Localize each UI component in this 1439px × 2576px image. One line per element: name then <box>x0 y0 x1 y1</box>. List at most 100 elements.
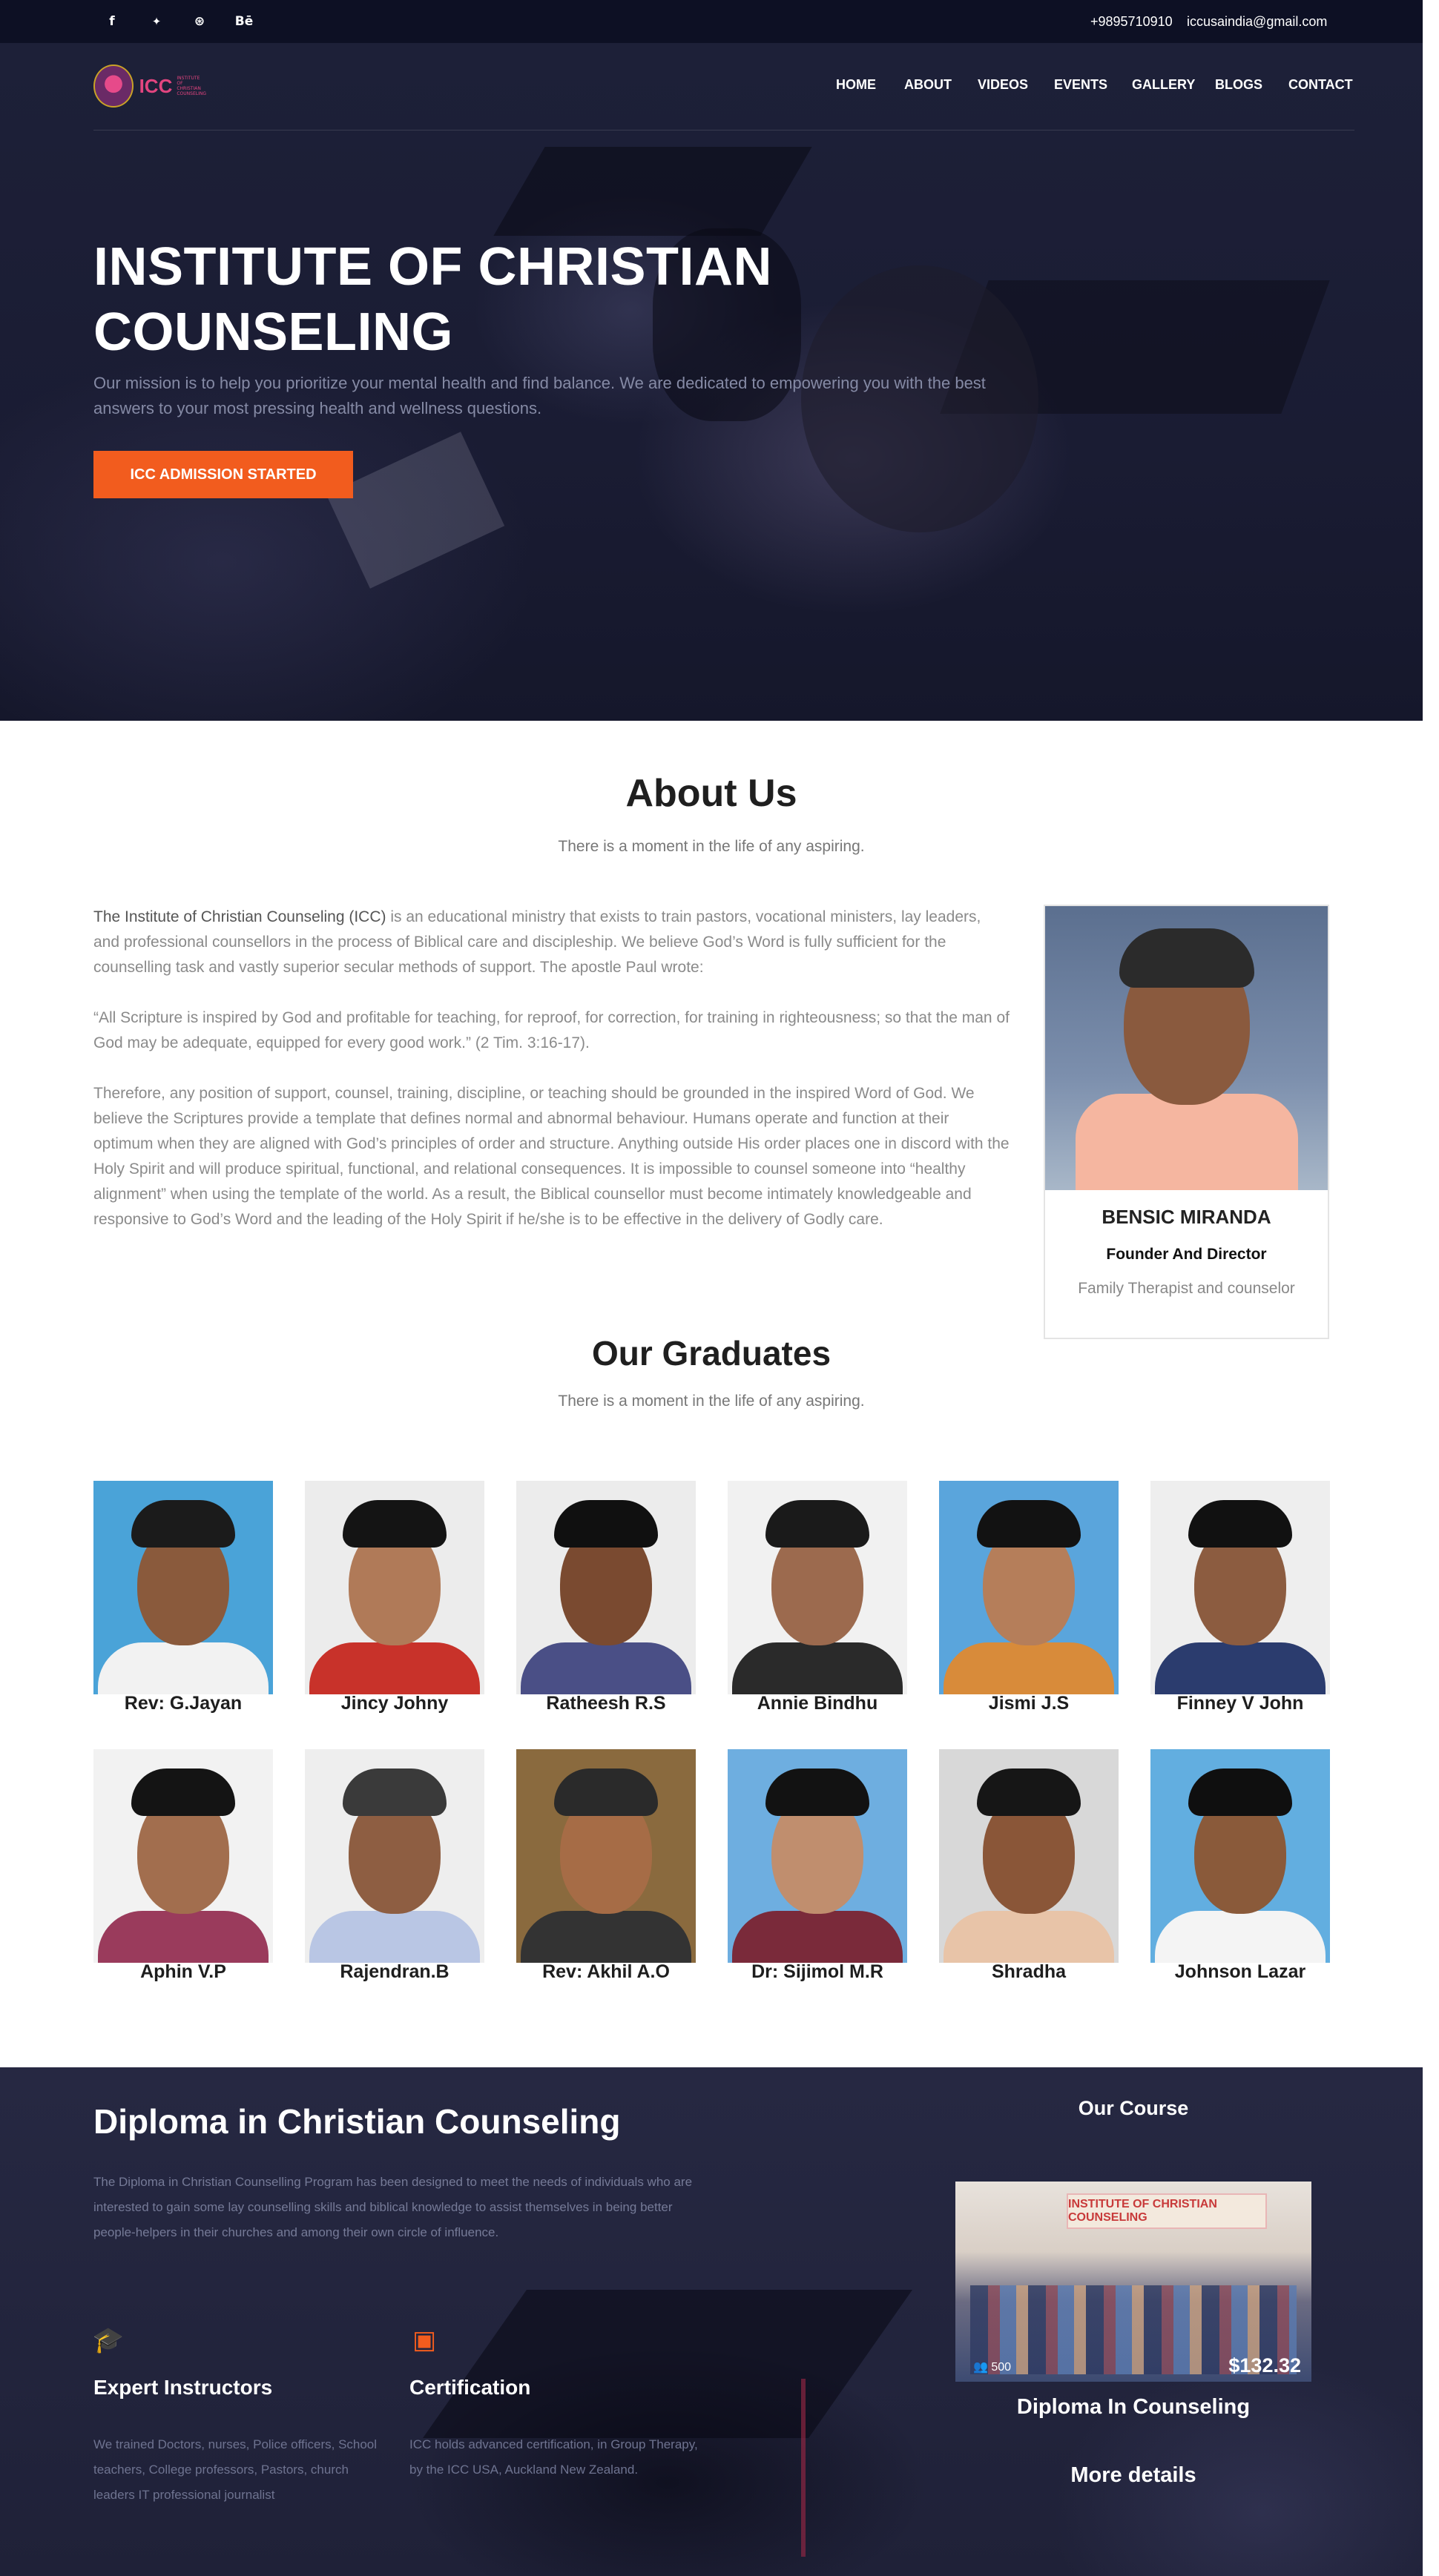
graduate-shirt <box>1155 1911 1326 1963</box>
graduate-hair <box>1188 1768 1292 1816</box>
phone-number[interactable]: +9895710910 <box>1090 0 1173 43</box>
graduate-card: Rev: Akhil A.O <box>516 1749 696 1983</box>
email-address[interactable]: iccusaindia@gmail.com <box>1187 0 1327 43</box>
site-logo[interactable]: ICC INSTITUTE OF CHRISTIAN COUNSELING <box>93 64 206 108</box>
graduate-photo <box>728 1481 907 1694</box>
graduate-name: Jincy Johny <box>340 1693 449 1714</box>
course-price: $132.32 <box>1228 2354 1301 2377</box>
course-count-value: 500 <box>991 2361 1012 2374</box>
about-paragraph-2: “All Scripture is inspired by God and pr… <box>93 1009 1010 1051</box>
graduate-photo <box>939 1749 1119 1963</box>
founder-description: Family Therapist and counselor <box>1078 1280 1295 1297</box>
graduate-name: Rev: G.Jayan <box>124 1693 243 1714</box>
nav-contact[interactable]: CONTACT <box>1288 77 1353 93</box>
graduate-shirt <box>521 1642 691 1694</box>
feature-text-certification: ICC holds advanced certification, in Gro… <box>409 2437 698 2477</box>
feature-title-certification: Certification <box>409 2376 531 2399</box>
logo-text: ICC <box>139 74 173 97</box>
graduate-card: Annie Bindhu <box>728 1481 907 1714</box>
graduate-shirt <box>521 1911 691 1963</box>
graduate-hair <box>554 1768 658 1816</box>
course-name[interactable]: Diploma In Counseling <box>955 2395 1311 2420</box>
graduate-card: Rev: G.Jayan <box>93 1481 273 1714</box>
nav-about[interactable]: ABOUT <box>904 77 952 93</box>
course-image[interactable]: INSTITUTE OF CHRISTIAN COUNSELING 👥 500 … <box>955 2182 1311 2382</box>
graduate-hair <box>131 1768 235 1816</box>
graduation-cap-icon: 🎓 <box>92 2325 125 2355</box>
graduate-hair <box>765 1768 869 1816</box>
course-heading: Our Course <box>1078 2097 1189 2119</box>
graduate-shirt <box>1155 1642 1326 1694</box>
graduate-card: Jincy Johny <box>305 1481 484 1714</box>
logo-emblem-icon <box>93 65 134 108</box>
graduate-name: Johnson Lazar <box>1174 1961 1306 1982</box>
logo-subtext: INSTITUTE OF CHRISTIAN COUNSELING <box>177 76 207 96</box>
graduate-name: Finney V John <box>1176 1693 1304 1714</box>
about-subtitle: There is a moment in the life of any asp… <box>558 838 865 855</box>
twitter-icon[interactable]: ✦ <box>144 0 169 43</box>
more-details-link[interactable]: More details <box>955 2463 1311 2488</box>
admission-button[interactable]: ICC ADMISSION STARTED <box>93 451 353 498</box>
graduate-hair <box>977 1768 1081 1816</box>
course-student-count: 👥 500 <box>973 2361 1012 2374</box>
nav-videos[interactable]: VIDEOS <box>978 77 1028 93</box>
feature-title-instructors: Expert Instructors <box>93 2376 273 2399</box>
graduates-subtitle: There is a moment in the life of any asp… <box>558 1393 865 1410</box>
about-lead: The Institute of Christian Counseling (I… <box>93 908 386 925</box>
graduate-card: Dr: Sijimol M.R <box>728 1749 907 1983</box>
graduate-hair <box>1188 1500 1292 1548</box>
graduate-card: Aphin V.P <box>93 1749 273 1983</box>
graduate-name: Shradha <box>991 1961 1067 1982</box>
graduate-name: Aphin V.P <box>140 1961 226 1982</box>
diploma-description: The Diploma in Christian Counselling Pro… <box>93 2175 693 2239</box>
top-bar: f ✦ ⊛ Bē +9895710910 iccusaindia@gmail.c… <box>0 0 1423 43</box>
facebook-icon[interactable]: f <box>101 0 123 43</box>
graduate-photo <box>516 1481 696 1694</box>
nav-divider <box>93 130 1354 131</box>
cap-tassel <box>801 2379 806 2557</box>
founder-shirt <box>1075 1094 1298 1190</box>
nav-events[interactable]: EVENTS <box>1054 77 1107 93</box>
nav-home[interactable]: HOME <box>836 77 876 93</box>
founder-name: BENSIC MIRANDA <box>1102 1206 1271 1228</box>
graduate-hair <box>131 1500 235 1548</box>
graduate-card: Shradha <box>939 1749 1119 1983</box>
graduate-hair <box>343 1500 447 1548</box>
graduate-hair <box>977 1500 1081 1548</box>
graduate-card: Ratheesh R.S <box>516 1481 696 1714</box>
cap-silhouette <box>422 2290 913 2438</box>
graduate-shirt <box>98 1642 269 1694</box>
graduate-hair <box>765 1500 869 1548</box>
diploma-section: Diploma in Christian Counseling The Dipl… <box>0 2067 1423 2576</box>
about-paragraph-1: The Institute of Christian Counseling (I… <box>93 905 1010 980</box>
nav-blogs[interactable]: BLOGS <box>1215 77 1262 93</box>
graduate-photo <box>1150 1749 1330 1963</box>
dribbble-icon[interactable]: ⊛ <box>188 0 211 43</box>
graduate-name: Ratheesh R.S <box>546 1693 666 1714</box>
hero-description: Our mission is to help you prioritize yo… <box>93 374 986 417</box>
graduate-shirt <box>944 1911 1114 1963</box>
nav-gallery[interactable]: GALLERY <box>1132 77 1195 93</box>
graduate-photo <box>516 1749 696 1963</box>
graduate-photo <box>93 1481 273 1694</box>
hero-title-line2: COUNSELING <box>93 303 454 362</box>
graduate-card: Rajendran.B <box>305 1749 484 1983</box>
graduate-shirt <box>732 1911 903 1963</box>
certificate-icon: ▣ <box>412 2325 437 2355</box>
graduate-name: Dr: Sijimol M.R <box>751 1961 883 1982</box>
behance-icon[interactable]: Bē <box>233 0 255 43</box>
graduate-shirt <box>944 1642 1114 1694</box>
graduate-name: Annie Bindhu <box>757 1693 878 1714</box>
graduate-card: Finney V John <box>1150 1481 1330 1714</box>
graduate-photo <box>305 1481 484 1694</box>
graduate-shirt <box>309 1642 480 1694</box>
graduate-card: Johnson Lazar <box>1150 1749 1330 1983</box>
hero-title: INSTITUTE OF CHRISTIAN COUNSELING <box>93 234 909 365</box>
course-banner: INSTITUTE OF CHRISTIAN COUNSELING <box>1067 2193 1267 2229</box>
founder-hair <box>1119 928 1254 988</box>
founder-card: BENSIC MIRANDA Founder And Director Fami… <box>1044 905 1329 1339</box>
feature-text-instructors: We trained Doctors, nurses, Police offic… <box>93 2437 378 2502</box>
cap-silhouette <box>493 147 812 236</box>
graduate-hair <box>554 1500 658 1548</box>
graduate-shirt <box>732 1642 903 1694</box>
